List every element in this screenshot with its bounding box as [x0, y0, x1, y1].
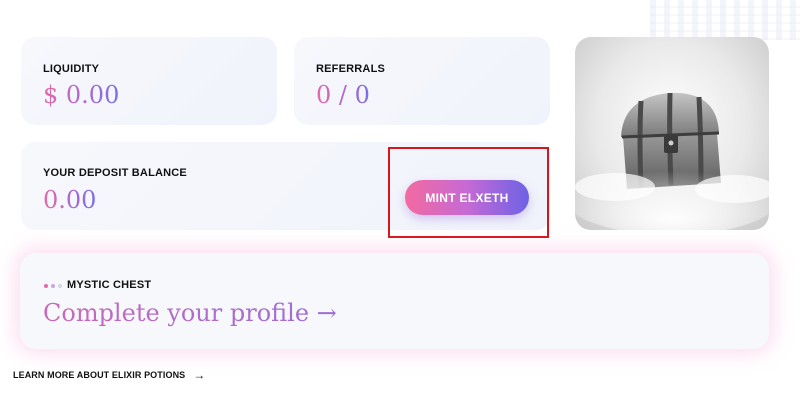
decorative-pattern [650, 0, 800, 40]
deposit-balance-value: 0.00 [43, 186, 97, 214]
arrow-right-icon: → [193, 368, 206, 382]
mystic-chest-banner: MYSTIC CHEST Complete your profile → [20, 253, 769, 349]
treasure-chest-icon [575, 92, 769, 230]
complete-profile-link[interactable]: Complete your profile → [43, 297, 337, 329]
dashboard-page: LIQUIDITY $ 0.00 REFERRALS 0 / 0 YOUR DE… [0, 0, 800, 415]
dots-icon [44, 284, 62, 288]
deposit-balance-label: YOUR DEPOSIT BALANCE [43, 167, 187, 179]
mint-elxeth-button[interactable]: MINT ELXETH [405, 180, 529, 215]
treasure-chest-image [575, 37, 769, 230]
referrals-card: REFERRALS 0 / 0 [294, 37, 550, 125]
liquidity-value: $ 0.00 [43, 81, 120, 109]
learn-more-link[interactable]: LEARN MORE ABOUT ELIXIR POTIONS → [13, 368, 205, 382]
liquidity-label: LIQUIDITY [43, 63, 100, 75]
liquidity-card: LIQUIDITY $ 0.00 [21, 37, 277, 125]
learn-more-label: LEARN MORE ABOUT ELIXIR POTIONS [13, 370, 186, 380]
mystic-chest-label: MYSTIC CHEST [67, 279, 152, 291]
referrals-label: REFERRALS [316, 63, 386, 75]
referrals-value: 0 / 0 [316, 81, 370, 109]
